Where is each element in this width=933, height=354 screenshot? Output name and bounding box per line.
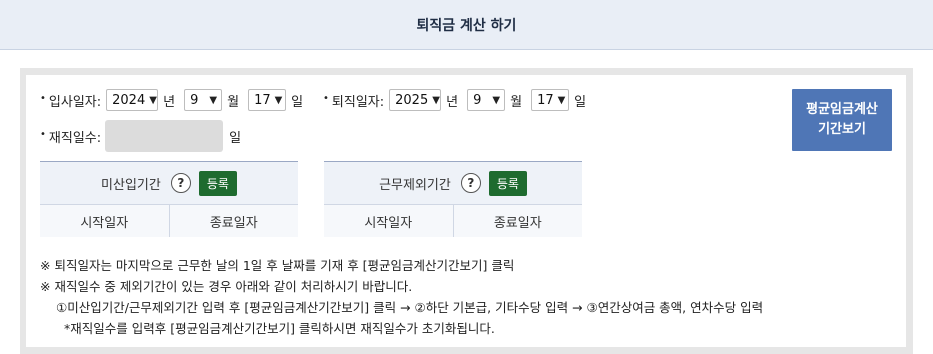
excluded-period-box: 근무제외기간 ? 등록 시작일자 종료일자 [324, 161, 582, 237]
tenure-row: • 재직일수: 일 [40, 120, 241, 152]
join-day-select[interactable]: 17 ▼ [248, 89, 287, 111]
join-year-select[interactable]: 2024 ▼ [106, 89, 159, 111]
excluded-register-button[interactable]: 등록 [488, 170, 527, 196]
join-month-select[interactable]: 9 ▼ [184, 89, 223, 111]
join-date-row: • 입사일자: 2024 ▼ 년 9 ▼ 월 17 ▼ 일 [40, 89, 307, 111]
button-line-1: 평균임금계산 [806, 102, 878, 117]
page-header: 퇴직금 계산 하기 [0, 0, 933, 50]
chevron-down-icon: ▼ [492, 94, 501, 106]
page-title: 퇴직금 계산 하기 [416, 17, 517, 34]
instruction-notes: ※ 퇴직일자는 마지막으로 근무한 날의 1일 후 날짜를 기재 후 [평균임금… [40, 255, 763, 339]
year-unit: 년 [163, 94, 176, 110]
leave-date-label: 퇴직일자: [331, 94, 385, 110]
chevron-down-icon: ▼ [209, 94, 218, 106]
leave-date-row: • 퇴직일자: 2025 ▼ 년 9 ▼ 월 17 ▼ 일 [323, 89, 590, 111]
join-month-value: 9 [190, 92, 199, 108]
month-unit: 월 [510, 94, 523, 110]
join-day-value: 17 [254, 92, 271, 108]
note-line: *재직일수를 입력후 [평균임금계산기간보기] 클릭하시면 재직일수가 초기화됩… [64, 321, 495, 336]
note-line: ※ 퇴직일자는 마지막으로 근무한 날의 1일 후 날짜를 기재 후 [평균임금… [40, 258, 515, 273]
average-wage-period-button[interactable]: 평균임금계산 기간보기 [792, 89, 892, 151]
leave-month-select[interactable]: 9 ▼ [467, 89, 506, 111]
month-unit: 월 [227, 94, 240, 110]
join-year-value: 2024 [112, 92, 146, 108]
year-unit: 년 [446, 94, 459, 110]
unpaid-period-box: 미산입기간 ? 등록 시작일자 종료일자 [40, 161, 298, 237]
help-icon[interactable]: ? [460, 173, 481, 193]
tenure-days-input[interactable] [105, 120, 224, 152]
note-line: ※ 재직일수 중 제외기간이 있는 경우 아래와 같이 처리하시기 바랍니다. [40, 279, 413, 294]
chevron-down-icon: ▼ [432, 94, 440, 106]
unpaid-start-date-label: 시작일자 [80, 215, 129, 231]
unpaid-register-button[interactable]: 등록 [198, 170, 237, 196]
day-unit: 일 [291, 94, 304, 110]
note-line: ①미산입기간/근무제외기간 입력 후 [평균임금계산기간보기] 클릭 → ②하단… [56, 300, 764, 315]
chevron-down-icon: ▼ [274, 94, 283, 106]
bullet-icon: • [323, 92, 329, 104]
leave-day-value: 17 [537, 92, 554, 108]
bullet-icon: • [40, 92, 46, 104]
chevron-down-icon: ▼ [557, 94, 566, 106]
join-date-label: 입사일자: [48, 94, 102, 110]
button-line-2: 기간보기 [818, 122, 866, 137]
tenure-label: 재직일수: [48, 130, 102, 146]
help-icon[interactable]: ? [170, 173, 191, 193]
leave-year-select[interactable]: 2025 ▼ [389, 89, 442, 111]
excluded-end-date-label: 종료일자 [452, 205, 583, 237]
chevron-down-icon: ▼ [149, 94, 157, 106]
excluded-start-date-label: 시작일자 [364, 215, 413, 231]
leave-day-select[interactable]: 17 ▼ [531, 89, 570, 111]
day-unit: 일 [574, 94, 587, 110]
excluded-period-title: 근무제외기간 [379, 177, 451, 193]
unpaid-end-date-label: 종료일자 [168, 205, 299, 237]
unpaid-period-title: 미산입기간 [101, 177, 161, 193]
bullet-icon: • [40, 128, 46, 140]
tenure-unit: 일 [229, 130, 242, 146]
leave-month-value: 9 [473, 92, 482, 108]
leave-year-value: 2025 [395, 92, 429, 108]
